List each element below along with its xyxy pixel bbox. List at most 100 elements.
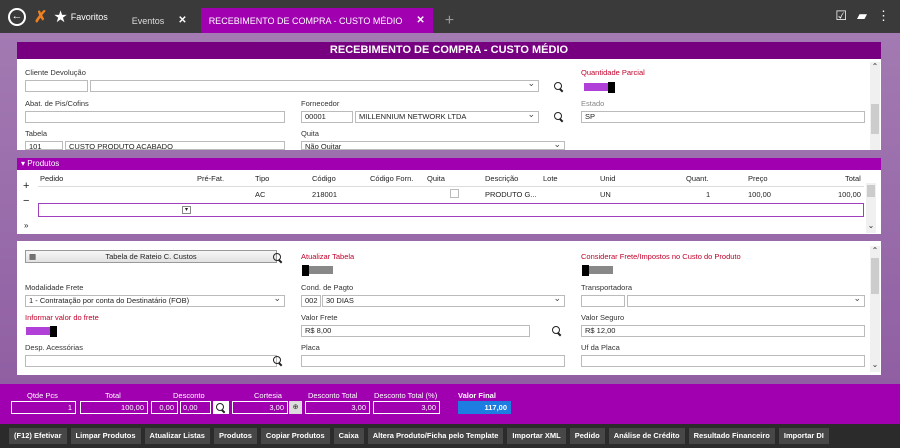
col-unid[interactable]: Unid xyxy=(600,174,615,183)
scroll-thumb[interactable] xyxy=(867,185,875,197)
expand-icon[interactable]: » xyxy=(24,221,28,230)
placa-field[interactable] xyxy=(301,355,565,367)
col-quant[interactable]: Quant. xyxy=(686,174,709,183)
col-quita[interactable]: Quita xyxy=(427,174,445,183)
clipboard-icon[interactable]: ☑ xyxy=(835,8,847,24)
col-pre-fat[interactable]: Pré-Fat. xyxy=(197,174,224,183)
estado-field[interactable]: SP xyxy=(581,111,865,123)
header-scrollbar[interactable]: ⌃ xyxy=(870,62,880,150)
scroll-up-icon[interactable]: ⌃ xyxy=(870,62,880,71)
copiar-produtos-button[interactable]: Copiar Produtos xyxy=(260,428,330,444)
lower-scrollbar[interactable]: ⌃ ⌄ xyxy=(870,246,880,372)
valor-seguro-label: Valor Seguro xyxy=(581,313,625,322)
abat-field[interactable] xyxy=(25,111,285,123)
modalidade-frete-select[interactable]: 1 - Contratação por conta do Destinatári… xyxy=(25,295,285,307)
tab-eventos[interactable]: Eventos ✕ xyxy=(124,8,195,33)
desconto-total-pct-field[interactable]: 3,00 xyxy=(373,401,440,414)
col-descricao[interactable]: Descrição xyxy=(485,174,518,183)
total-field[interactable]: 100,00 xyxy=(80,401,148,414)
row-descricao[interactable]: PRODUTO G... xyxy=(485,190,537,199)
tabela-code-field[interactable]: 101 xyxy=(25,141,63,150)
transportadora-code-field[interactable] xyxy=(581,295,625,307)
scroll-down-icon[interactable]: ⌄ xyxy=(866,221,876,230)
rateio-button[interactable]: ▦ Tabela de Rateio C. Custos xyxy=(25,250,277,263)
valor-final-field[interactable]: 117,00 xyxy=(458,401,511,414)
transportadora-select[interactable] xyxy=(627,295,865,307)
desconto-search-button[interactable] xyxy=(213,401,229,414)
importar-xml-button[interactable]: Importar XML xyxy=(507,428,566,444)
col-codigo-forn[interactable]: Código Forn. xyxy=(370,174,413,183)
produtos-section-header[interactable]: ▾ Produtos xyxy=(17,158,881,170)
row-tipo[interactable]: AC xyxy=(255,190,265,199)
scroll-thumb[interactable] xyxy=(871,258,879,294)
col-codigo[interactable]: Código xyxy=(312,174,336,183)
pedido-button[interactable]: Pedido xyxy=(569,428,605,444)
considerar-frete-toggle[interactable] xyxy=(582,265,614,276)
row-unid[interactable]: UN xyxy=(600,190,611,199)
cond-pagto-select[interactable]: 30 DIAS xyxy=(322,295,565,307)
atualizar-tabela-toggle[interactable] xyxy=(302,265,334,276)
importar-di-button[interactable]: Importar DI xyxy=(778,428,829,444)
col-lote[interactable]: Lote xyxy=(543,174,558,183)
limpar-produtos-button[interactable]: Limpar Produtos xyxy=(70,428,141,444)
col-tipo[interactable]: Tipo xyxy=(255,174,269,183)
cortesia-field[interactable]: 3,00 xyxy=(232,401,288,414)
desconto-field-1[interactable]: 0,00 xyxy=(151,401,178,414)
close-icon[interactable]: ✕ xyxy=(416,15,424,26)
back-icon[interactable]: ← xyxy=(8,7,26,26)
valor-frete-field[interactable]: R$ 8,00 xyxy=(301,325,530,337)
col-pedido[interactable]: Pedido xyxy=(40,174,63,183)
chat-icon[interactable]: ▰ xyxy=(857,8,867,24)
scroll-down-icon[interactable]: ⌄ xyxy=(870,360,880,369)
chevron-down-icon[interactable]: ▾ xyxy=(182,206,191,214)
scroll-thumb[interactable] xyxy=(871,104,879,134)
more-icon[interactable]: ⋮ xyxy=(877,8,890,24)
quantidade-parcial-toggle[interactable] xyxy=(584,82,616,93)
resultado-financeiro-button[interactable]: Resultado Financeiro xyxy=(688,428,775,444)
search-icon[interactable] xyxy=(554,112,564,122)
search-icon[interactable] xyxy=(273,356,283,366)
altera-produto-button[interactable]: Altera Produto/Ficha pelo Template xyxy=(367,428,504,444)
row-preco[interactable]: 100,00 xyxy=(748,190,771,199)
cond-pagto-code-field[interactable]: 002 xyxy=(301,295,321,307)
efetivar-button[interactable]: (F12) Efetivar xyxy=(9,428,67,444)
desconto-total-field[interactable]: 3,00 xyxy=(305,401,370,414)
desconto-total-label: Desconto Total xyxy=(308,391,358,400)
row-total[interactable]: 100,00 xyxy=(838,190,861,199)
fornecedor-select[interactable]: MILLENNIUM NETWORK LTDA xyxy=(355,111,539,123)
cliente-devolucao-select[interactable] xyxy=(90,80,539,92)
col-preco[interactable]: Preço xyxy=(748,174,768,183)
caixa-button[interactable]: Caixa xyxy=(333,428,364,444)
scroll-up-icon[interactable]: ⌃ xyxy=(870,246,880,255)
search-icon[interactable] xyxy=(273,253,283,263)
remove-row-icon[interactable]: − xyxy=(23,195,29,207)
row-quant[interactable]: 1 xyxy=(706,190,710,199)
row-quita-checkbox[interactable] xyxy=(450,189,459,198)
search-icon[interactable] xyxy=(554,82,564,92)
col-total[interactable]: Total xyxy=(845,174,861,183)
atualizar-listas-button[interactable]: Atualizar Listas xyxy=(144,428,210,444)
produtos-button[interactable]: Produtos xyxy=(213,428,257,444)
analise-credito-button[interactable]: Análise de Crédito xyxy=(608,428,685,444)
produtos-section-label: Produtos xyxy=(27,159,60,168)
cliente-devolucao-code-field[interactable] xyxy=(25,80,88,92)
qtde-pcs-field[interactable]: 1 xyxy=(11,401,76,414)
add-row-icon[interactable]: + xyxy=(23,180,29,192)
new-row-editor[interactable]: ▾ xyxy=(38,203,864,217)
zoom-icon[interactable]: ⊕ xyxy=(289,401,302,414)
search-icon[interactable] xyxy=(552,326,562,336)
row-codigo[interactable]: 218001 xyxy=(312,190,337,199)
favorites-button[interactable]: ★ Favoritos xyxy=(53,7,107,27)
quita-select[interactable]: Não Quitar xyxy=(301,141,565,150)
desconto-field-2[interactable]: 0,00 xyxy=(180,401,211,414)
informar-valor-frete-toggle[interactable] xyxy=(26,326,58,337)
valor-seguro-field[interactable]: R$ 12,00 xyxy=(581,325,865,337)
desp-acessorias-field[interactable] xyxy=(25,355,277,367)
fornecedor-code-field[interactable]: 00001 xyxy=(301,111,353,123)
uf-placa-field[interactable] xyxy=(581,355,865,367)
tabela-name-field[interactable]: CUSTO PRODUTO ACABADO xyxy=(65,141,285,150)
add-tab-icon[interactable]: + xyxy=(445,12,454,30)
close-icon[interactable]: ✕ xyxy=(178,15,186,26)
tab-recebimento[interactable]: RECEBIMENTO DE COMPRA - CUSTO MÉDIO ✕ xyxy=(200,8,433,33)
grid-scrollbar[interactable]: ⌄ xyxy=(866,183,876,233)
